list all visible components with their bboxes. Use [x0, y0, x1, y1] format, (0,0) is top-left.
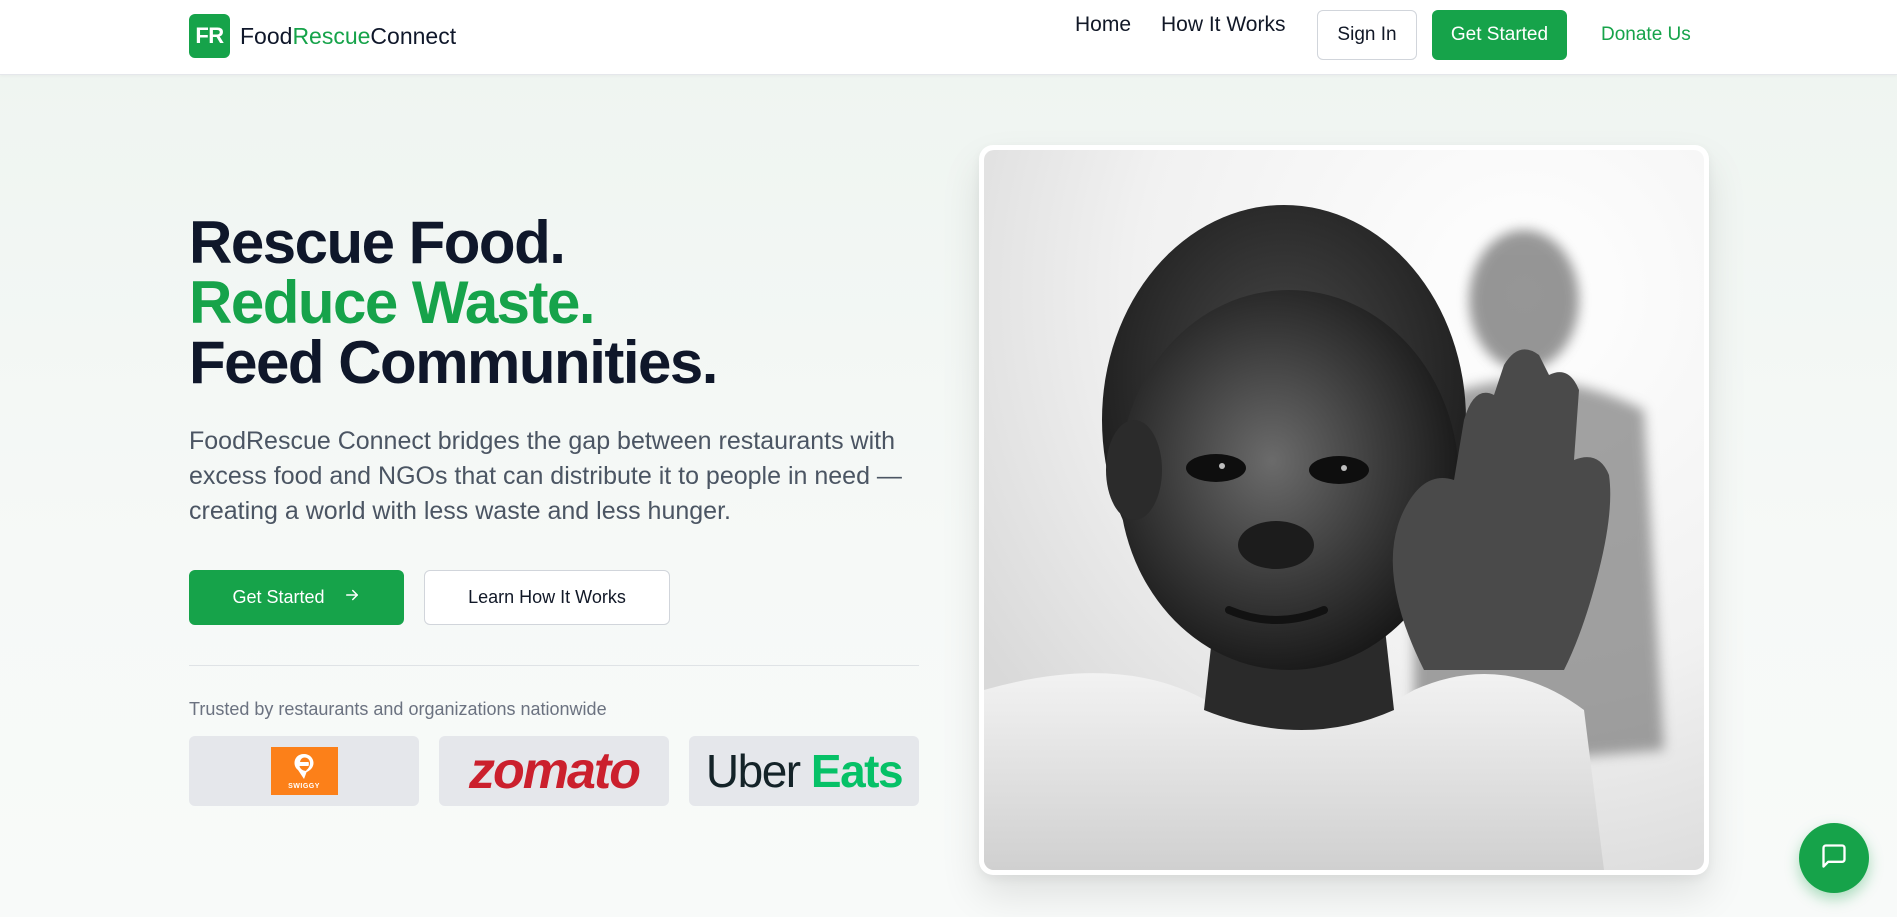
- headline-line-2: Reduce Waste.: [189, 269, 596, 336]
- logo-badge: FR: [189, 14, 230, 58]
- sign-in-button[interactable]: Sign In: [1317, 10, 1417, 60]
- nav-how-it-works-link[interactable]: How It Works: [1161, 13, 1285, 37]
- site-header: FR FoodRescueConnect Home How It Works S…: [0, 0, 1897, 75]
- zomato-wordmark: zomato: [469, 742, 641, 800]
- swiggy-wordmark: SWIGGY: [288, 782, 320, 790]
- headline-line-3: Feed Communities.: [189, 329, 718, 396]
- message-square-icon: [1820, 842, 1848, 875]
- donate-link[interactable]: Donate Us: [1601, 24, 1691, 46]
- partner-logo-swiggy: SWIGGY: [189, 736, 419, 806]
- uber-eats-wordmark: Uber Eats: [705, 744, 904, 798]
- partner-logo-zomato: zomato: [439, 736, 669, 806]
- partner-logo-uber-eats: Uber Eats: [689, 736, 919, 806]
- brand-name-connect: Connect: [370, 22, 457, 49]
- brand-name-food: Food: [240, 22, 293, 49]
- nav-home-link[interactable]: Home: [1075, 13, 1131, 37]
- eats-word: Eats: [810, 745, 904, 797]
- hero-photo-card: [979, 145, 1709, 875]
- brand-name-rescue: Rescue: [292, 22, 371, 49]
- chat-button[interactable]: [1799, 823, 1869, 893]
- swiggy-pin-icon: [294, 753, 314, 779]
- headline-line-1: Rescue Food.: [189, 209, 566, 276]
- hero-headline: Rescue Food. Reduce Waste. Feed Communit…: [189, 209, 718, 396]
- uber-word: Uber: [705, 745, 801, 797]
- hero-get-started-button[interactable]: Get Started: [189, 570, 404, 625]
- trusted-caption: Trusted by restaurants and organizations…: [189, 699, 607, 719]
- hero-description: FoodRescue Connect bridges the gap betwe…: [189, 427, 902, 525]
- arrow-right-icon: [343, 586, 361, 609]
- section-divider: [189, 665, 919, 666]
- hero-get-started-label: Get Started: [232, 587, 325, 607]
- brand-name: FoodRescueConnect: [240, 23, 456, 50]
- brand-logo[interactable]: FR FoodRescueConnect: [189, 14, 456, 58]
- swiggy-logo: SWIGGY: [270, 747, 338, 795]
- hero-photo: [984, 150, 1704, 870]
- header-get-started-button[interactable]: Get Started: [1432, 10, 1567, 60]
- learn-how-it-works-button[interactable]: Learn How It Works: [424, 570, 670, 625]
